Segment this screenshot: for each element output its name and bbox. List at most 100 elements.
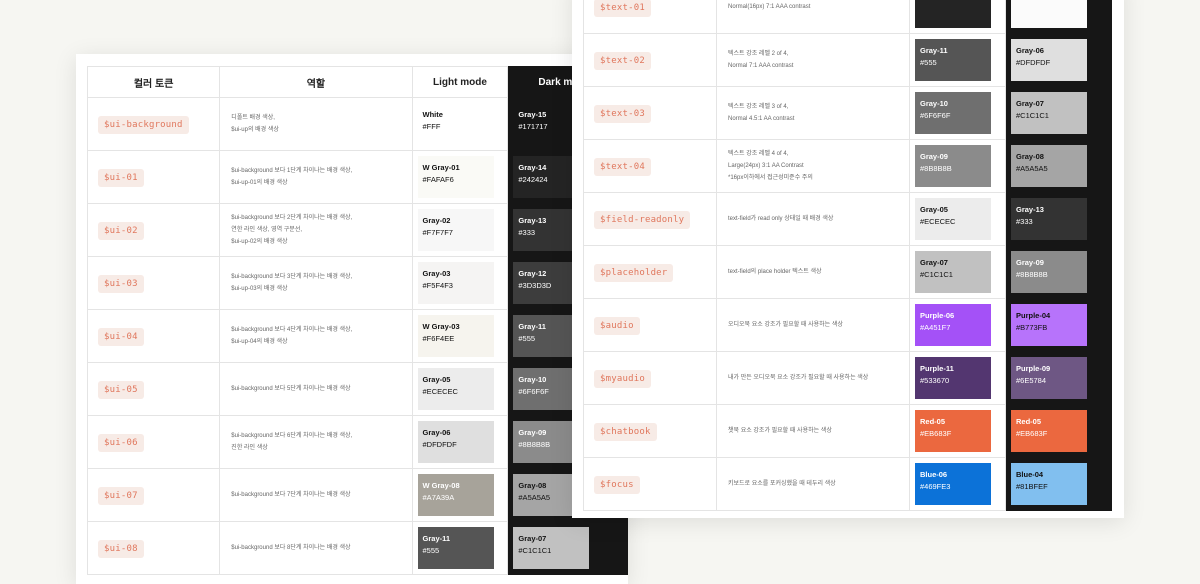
role-text: Large(24px) 3:1 AA Contrast (728, 163, 804, 169)
table-row: $ui-02 $ui-background 보다 2단계 차이나는 배경 색상, 연… (86, 203, 628, 257)
table-row: $chatbook 챗북 요소 강조가 필요할 때 사용하는 색상 Red-05 #E… (583, 404, 1112, 458)
table-row: $field-readonly text-field가 read only 상태일… (583, 192, 1112, 246)
token-cell: $ui-07 (86, 468, 221, 522)
swatch-name: Gray-06 (1016, 46, 1044, 55)
token-badge: $ui-08 (98, 540, 144, 558)
light-mode-cell: Gray-11 #555 (411, 521, 509, 575)
token-cell: $field-readonly (583, 192, 717, 246)
role-text: 키보드로 요소를 포커싱했을 때 테두리 색상 (728, 481, 836, 487)
header-light-mode: Light mode (411, 66, 509, 98)
table-row: $text-03 텍스트 강조 레벨 3 of 4, Normal 4.5:1 AA… (583, 86, 1112, 140)
table-row: $ui-background 디폴트 배경 색상, $ui-up의 배경 색상 Whi… (86, 97, 628, 151)
swatch-name: W Gray-03 (422, 322, 460, 331)
light-color-swatch: Purple-11 #533670 (915, 357, 991, 399)
swatch-hex: #A451F7 (920, 323, 951, 332)
dark-mode-cell: Red-05 #EB683F (1005, 404, 1112, 458)
header-token: 컬러 토큰 (86, 66, 221, 98)
swatch-name: Gray-09 (1016, 258, 1044, 267)
light-mode-cell: Blue-06 #469FE3 (909, 457, 1006, 511)
dark-mode-cell: Gray-09 #8B8B8B (1005, 245, 1112, 299)
swatch-hex: #81BFEF (1016, 482, 1048, 491)
swatch-hex: #ECECEC (920, 217, 956, 226)
light-color-swatch: Gray-09 #8B8B8B (915, 145, 991, 187)
token-badge: $audio (594, 317, 640, 335)
swatch-name: Gray-05 (920, 205, 948, 214)
light-color-swatch: Gray-03 #F5F4F3 (417, 262, 494, 304)
header-role: 역할 (219, 66, 413, 98)
swatch-hex: #C1C1C1 (518, 546, 552, 555)
role-cell: 텍스트 강조 레벨 2 of 4, Normal 7:1 AAA contrast (716, 33, 910, 87)
token-badge: $placeholder (594, 264, 674, 282)
light-mode-cell: Purple-06 #A451F7 (909, 298, 1006, 352)
light-color-swatch: Purple-06 #A451F7 (915, 304, 991, 346)
swatch-hex: #6F6F6F (920, 111, 951, 120)
dark-color-swatch: Gray-08 #A5A5A5 (1011, 145, 1087, 187)
token-cell: $text-04 (583, 139, 717, 193)
role-text: $ui-up-02의 배경 색상 (231, 239, 288, 245)
swatch-name: White (422, 110, 443, 119)
dark-mode-cell: Blue-04 #81BFEF (1005, 457, 1112, 511)
role-text: $ui-background 보다 6단계 차이나는 배경 색상, (231, 433, 353, 439)
light-mode-cell: Purple-11 #533670 (909, 351, 1006, 405)
swatch-name: Gray-13 (1016, 205, 1044, 214)
swatch-name: Blue-06 (920, 470, 948, 479)
role-text: 오디오북 요소 강조가 필요할 때 사용하는 색상 (728, 322, 843, 328)
swatch-name: W Gray-01 (422, 163, 460, 172)
token-badge: $ui-03 (98, 275, 144, 293)
role-text: 텍스트 강조 레벨 2 of 4, (728, 51, 789, 57)
light-color-swatch: Gray-06 #DFDFDF (417, 421, 494, 463)
table-row: $placeholder text-field의 place holder 텍스트… (583, 245, 1112, 299)
token-badge: $ui-background (98, 116, 189, 134)
token-badge: $text-04 (594, 158, 651, 176)
role-text: $ui-up-01의 배경 색상 (231, 180, 288, 186)
role-text: Normal 7:1 AAA contrast (728, 63, 794, 69)
swatch-hex: #555 (422, 546, 440, 555)
role-text: 내가 만든 오디오북 요소 강조가 필요할 때 사용하는 색상 (728, 375, 869, 381)
token-cell: $ui-01 (86, 150, 221, 204)
swatch-name: Gray-07 (1016, 99, 1044, 108)
swatch-name: W Gray-08 (422, 481, 460, 490)
token-badge: $text-02 (594, 52, 651, 70)
light-mode-cell: White #FFF (411, 97, 509, 151)
token-cell: $ui-04 (86, 309, 221, 363)
swatch-name: Gray-06 (422, 428, 451, 437)
role-text: Normal(16px) 7:1 AAA contrast (728, 4, 811, 10)
role-cell: 키보드로 요소를 포커싱했을 때 테두리 색상 (716, 457, 910, 511)
token-badge: $field-readonly (594, 211, 691, 229)
table-row: $text-02 텍스트 강조 레벨 2 of 4, Normal 7:1 AAA … (583, 33, 1112, 87)
token-cell: $placeholder (583, 245, 717, 299)
light-color-swatch: White #FFF (418, 103, 494, 145)
text-token-table-card: $text-01 Normal(16px) 7:1 AAA contrast #24… (572, 0, 1124, 518)
swatch-name: Blue-04 (1016, 470, 1044, 479)
dark-mode-cell: Gray-07 #C1C1C1 (507, 521, 628, 575)
role-text: $ui-background 보다 7단계 차이나는 배경 색상 (231, 492, 351, 498)
role-text: 챗북 요소 강조가 필요할 때 사용하는 색상 (728, 428, 832, 434)
light-color-swatch: Blue-06 #469FE3 (915, 463, 991, 505)
role-cell: 내가 만든 오디오북 요소 강조가 필요할 때 사용하는 색상 (716, 351, 910, 405)
role-text: 진한 라인 색상 (231, 445, 268, 451)
swatch-hex: #DFDFDF (1016, 58, 1051, 67)
dark-mode-cell: Gray-07 #C1C1C1 (1005, 86, 1112, 140)
token-badge: $ui-01 (98, 169, 144, 187)
token-cell: $ui-08 (86, 521, 221, 575)
table-row: $ui-07 $ui-background 보다 7단계 차이나는 배경 색상 W … (86, 468, 628, 522)
role-cell: Normal(16px) 7:1 AAA contrast (716, 0, 910, 34)
color-token-table: 컬러 토큰 역할 Light mode Dark mode $ui-backgr… (86, 66, 628, 575)
light-mode-cell: #242424 (909, 0, 1006, 34)
swatch-hex: #DFDFDF (422, 440, 457, 449)
dark-color-swatch: Red-05 #EB683F (1011, 410, 1087, 452)
token-cell: $text-03 (583, 86, 717, 140)
light-mode-cell: Gray-02 #F7F7F7 (411, 203, 509, 257)
role-text: 텍스트 강조 레벨 4 of 4, (728, 151, 789, 157)
light-color-swatch: Gray-05 #ECECEC (417, 368, 494, 410)
swatch-name: Purple-06 (920, 311, 955, 320)
table-row: $ui-06 $ui-background 보다 6단계 차이나는 배경 색상, 진… (86, 415, 628, 469)
dark-color-swatch: Gray-07 #C1C1C1 (1011, 92, 1087, 134)
table-row: $text-04 텍스트 강조 레벨 4 of 4, Large(24px) 3:1… (583, 139, 1112, 193)
token-badge: $ui-05 (98, 381, 144, 399)
token-cell: $myaudio (583, 351, 717, 405)
role-cell: $ui-background 보다 1단계 차이나는 배경 색상, $ui-up-… (219, 150, 413, 204)
token-badge: $text-01 (594, 0, 651, 17)
token-cell: $ui-06 (86, 415, 221, 469)
light-mode-cell: Gray-09 #8B8B8B (909, 139, 1006, 193)
